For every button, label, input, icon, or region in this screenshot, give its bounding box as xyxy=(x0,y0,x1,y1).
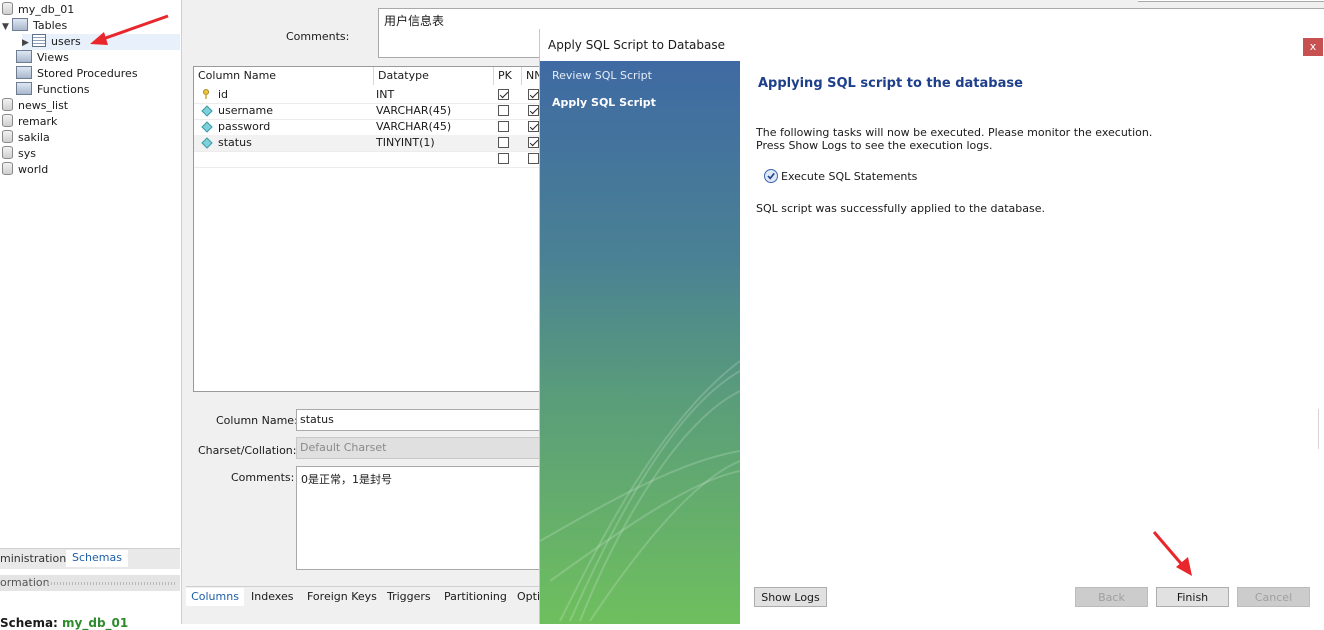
task-execute-sql: Execute SQL Statements xyxy=(781,170,918,183)
annotation-arrow-users xyxy=(90,14,169,45)
database-icon xyxy=(2,130,13,143)
column-comments-field[interactable]: 0是正常，1是封号 xyxy=(296,466,541,570)
nn-checkbox[interactable] xyxy=(528,137,539,148)
result-message: SQL script was successfully applied to t… xyxy=(756,202,1046,215)
database-icon xyxy=(2,146,13,159)
tree-item-db-my-db-01[interactable]: my_db_01 xyxy=(2,2,74,18)
tab-strip-line xyxy=(186,586,539,587)
nn-checkbox[interactable] xyxy=(528,121,539,132)
table-comments-label: Comments: xyxy=(286,30,350,43)
views-folder-icon xyxy=(16,50,32,63)
table-row[interactable]: status TINYINT(1) xyxy=(194,135,540,152)
decorative-graphic xyxy=(540,360,740,622)
column-name-label: Column Name: xyxy=(216,414,298,427)
primary-key-icon xyxy=(203,89,209,99)
nn-checkbox[interactable] xyxy=(528,89,539,100)
pk-checkbox[interactable] xyxy=(498,105,509,116)
table-icon xyxy=(32,34,46,47)
functions-folder-icon xyxy=(16,82,32,95)
tab-indexes[interactable]: Indexes xyxy=(251,588,293,606)
pk-checkbox[interactable] xyxy=(498,137,509,148)
table-row-empty[interactable] xyxy=(194,151,540,168)
top-field-edge xyxy=(1138,0,1324,2)
finish-button[interactable]: Finish xyxy=(1156,587,1229,607)
col-header-pk[interactable]: PK xyxy=(494,67,522,85)
tab-administration[interactable]: ministration xyxy=(0,551,66,567)
dialog-description-line2: Press Show Logs to see the execution log… xyxy=(756,139,993,152)
tree-item-db-world[interactable]: world xyxy=(2,162,48,178)
tab-columns[interactable]: Columns xyxy=(186,588,244,606)
columns-grid[interactable]: Column Name Datatype PK NN id INT userna… xyxy=(193,66,552,392)
tree-item-db-sys[interactable]: sys xyxy=(2,146,36,162)
tree-item-functions[interactable]: Functions xyxy=(16,82,90,98)
pk-checkbox[interactable] xyxy=(498,121,509,132)
show-logs-button[interactable]: Show Logs xyxy=(754,587,827,607)
tree-item-stored-procedures[interactable]: Stored Procedures xyxy=(16,66,138,82)
apply-sql-dialog: Apply SQL Script to Database x Review SQ… xyxy=(539,29,1324,624)
charset-label: Charset/Collation: xyxy=(198,444,297,457)
panel-grip[interactable] xyxy=(48,582,176,585)
column-name-input[interactable]: status xyxy=(296,409,541,431)
tree-item-db-news-list[interactable]: news_list xyxy=(2,98,68,114)
database-icon xyxy=(2,2,13,15)
tree-item-tables[interactable]: ▼ Tables xyxy=(2,18,67,34)
expanded-triangle-icon[interactable]: ▼ xyxy=(2,19,12,35)
tab-options[interactable]: Opti xyxy=(517,588,540,606)
schema-info: Schema: my_db_01 xyxy=(0,616,129,630)
dialog-title-bar[interactable]: Apply SQL Script to Database x xyxy=(540,29,1324,61)
tree-item-db-remark[interactable]: remark xyxy=(2,114,57,130)
back-button[interactable]: Back xyxy=(1075,587,1148,607)
table-row[interactable]: id INT xyxy=(194,87,540,104)
close-button[interactable]: x xyxy=(1303,38,1323,56)
column-diamond-icon xyxy=(201,105,213,117)
dialog-title: Apply SQL Script to Database xyxy=(548,38,725,52)
column-diamond-icon xyxy=(201,121,213,133)
charset-select[interactable]: Default Charset xyxy=(296,437,541,459)
nn-checkbox[interactable] xyxy=(528,105,539,116)
information-panel-header: ormation xyxy=(0,575,180,591)
col-header-name[interactable]: Column Name xyxy=(194,67,374,85)
tree-item-views[interactable]: Views xyxy=(16,50,69,66)
schema-navigator: my_db_01 ▼ Tables ▶ users Views Stored Pro… xyxy=(0,0,180,624)
annotation-arrow-finish xyxy=(1152,531,1192,576)
tab-foreign-keys[interactable]: Foreign Keys xyxy=(307,588,377,606)
close-icon: x xyxy=(1309,40,1317,53)
resize-edge xyxy=(1318,409,1324,449)
sidebar-tab-bar: ministration Schemas xyxy=(0,548,180,569)
collapsed-triangle-icon[interactable]: ▶ xyxy=(22,35,32,51)
tab-partitioning[interactable]: Partitioning xyxy=(444,588,507,606)
cancel-button[interactable]: Cancel xyxy=(1237,587,1310,607)
tables-folder-icon xyxy=(12,18,28,31)
database-icon xyxy=(2,114,13,127)
procedures-folder-icon xyxy=(16,66,32,79)
dialog-description-line1: The following tasks will now be executed… xyxy=(756,126,1153,139)
step-review-sql: Review SQL Script xyxy=(552,69,652,82)
database-icon xyxy=(2,98,13,111)
wizard-steps-panel: Review SQL Script Apply SQL Script xyxy=(540,61,740,624)
task-done-check-icon xyxy=(764,169,778,183)
tab-schemas[interactable]: Schemas xyxy=(66,550,128,567)
pk-checkbox[interactable] xyxy=(498,153,509,164)
table-row[interactable]: username VARCHAR(45) xyxy=(194,103,540,120)
col-header-datatype[interactable]: Datatype xyxy=(374,67,494,85)
column-diamond-icon xyxy=(201,137,213,149)
nn-checkbox[interactable] xyxy=(528,153,539,164)
table-row[interactable]: password VARCHAR(45) xyxy=(194,119,540,136)
information-label: ormation xyxy=(0,576,50,589)
pk-checkbox[interactable] xyxy=(498,89,509,100)
tree-item-db-sakila[interactable]: sakila xyxy=(2,130,50,146)
dialog-heading: Applying SQL script to the database xyxy=(758,76,1023,91)
step-apply-sql: Apply SQL Script xyxy=(552,96,656,109)
tab-triggers[interactable]: Triggers xyxy=(387,588,431,606)
database-icon xyxy=(2,162,13,175)
column-comments-label: Comments: xyxy=(231,471,295,484)
